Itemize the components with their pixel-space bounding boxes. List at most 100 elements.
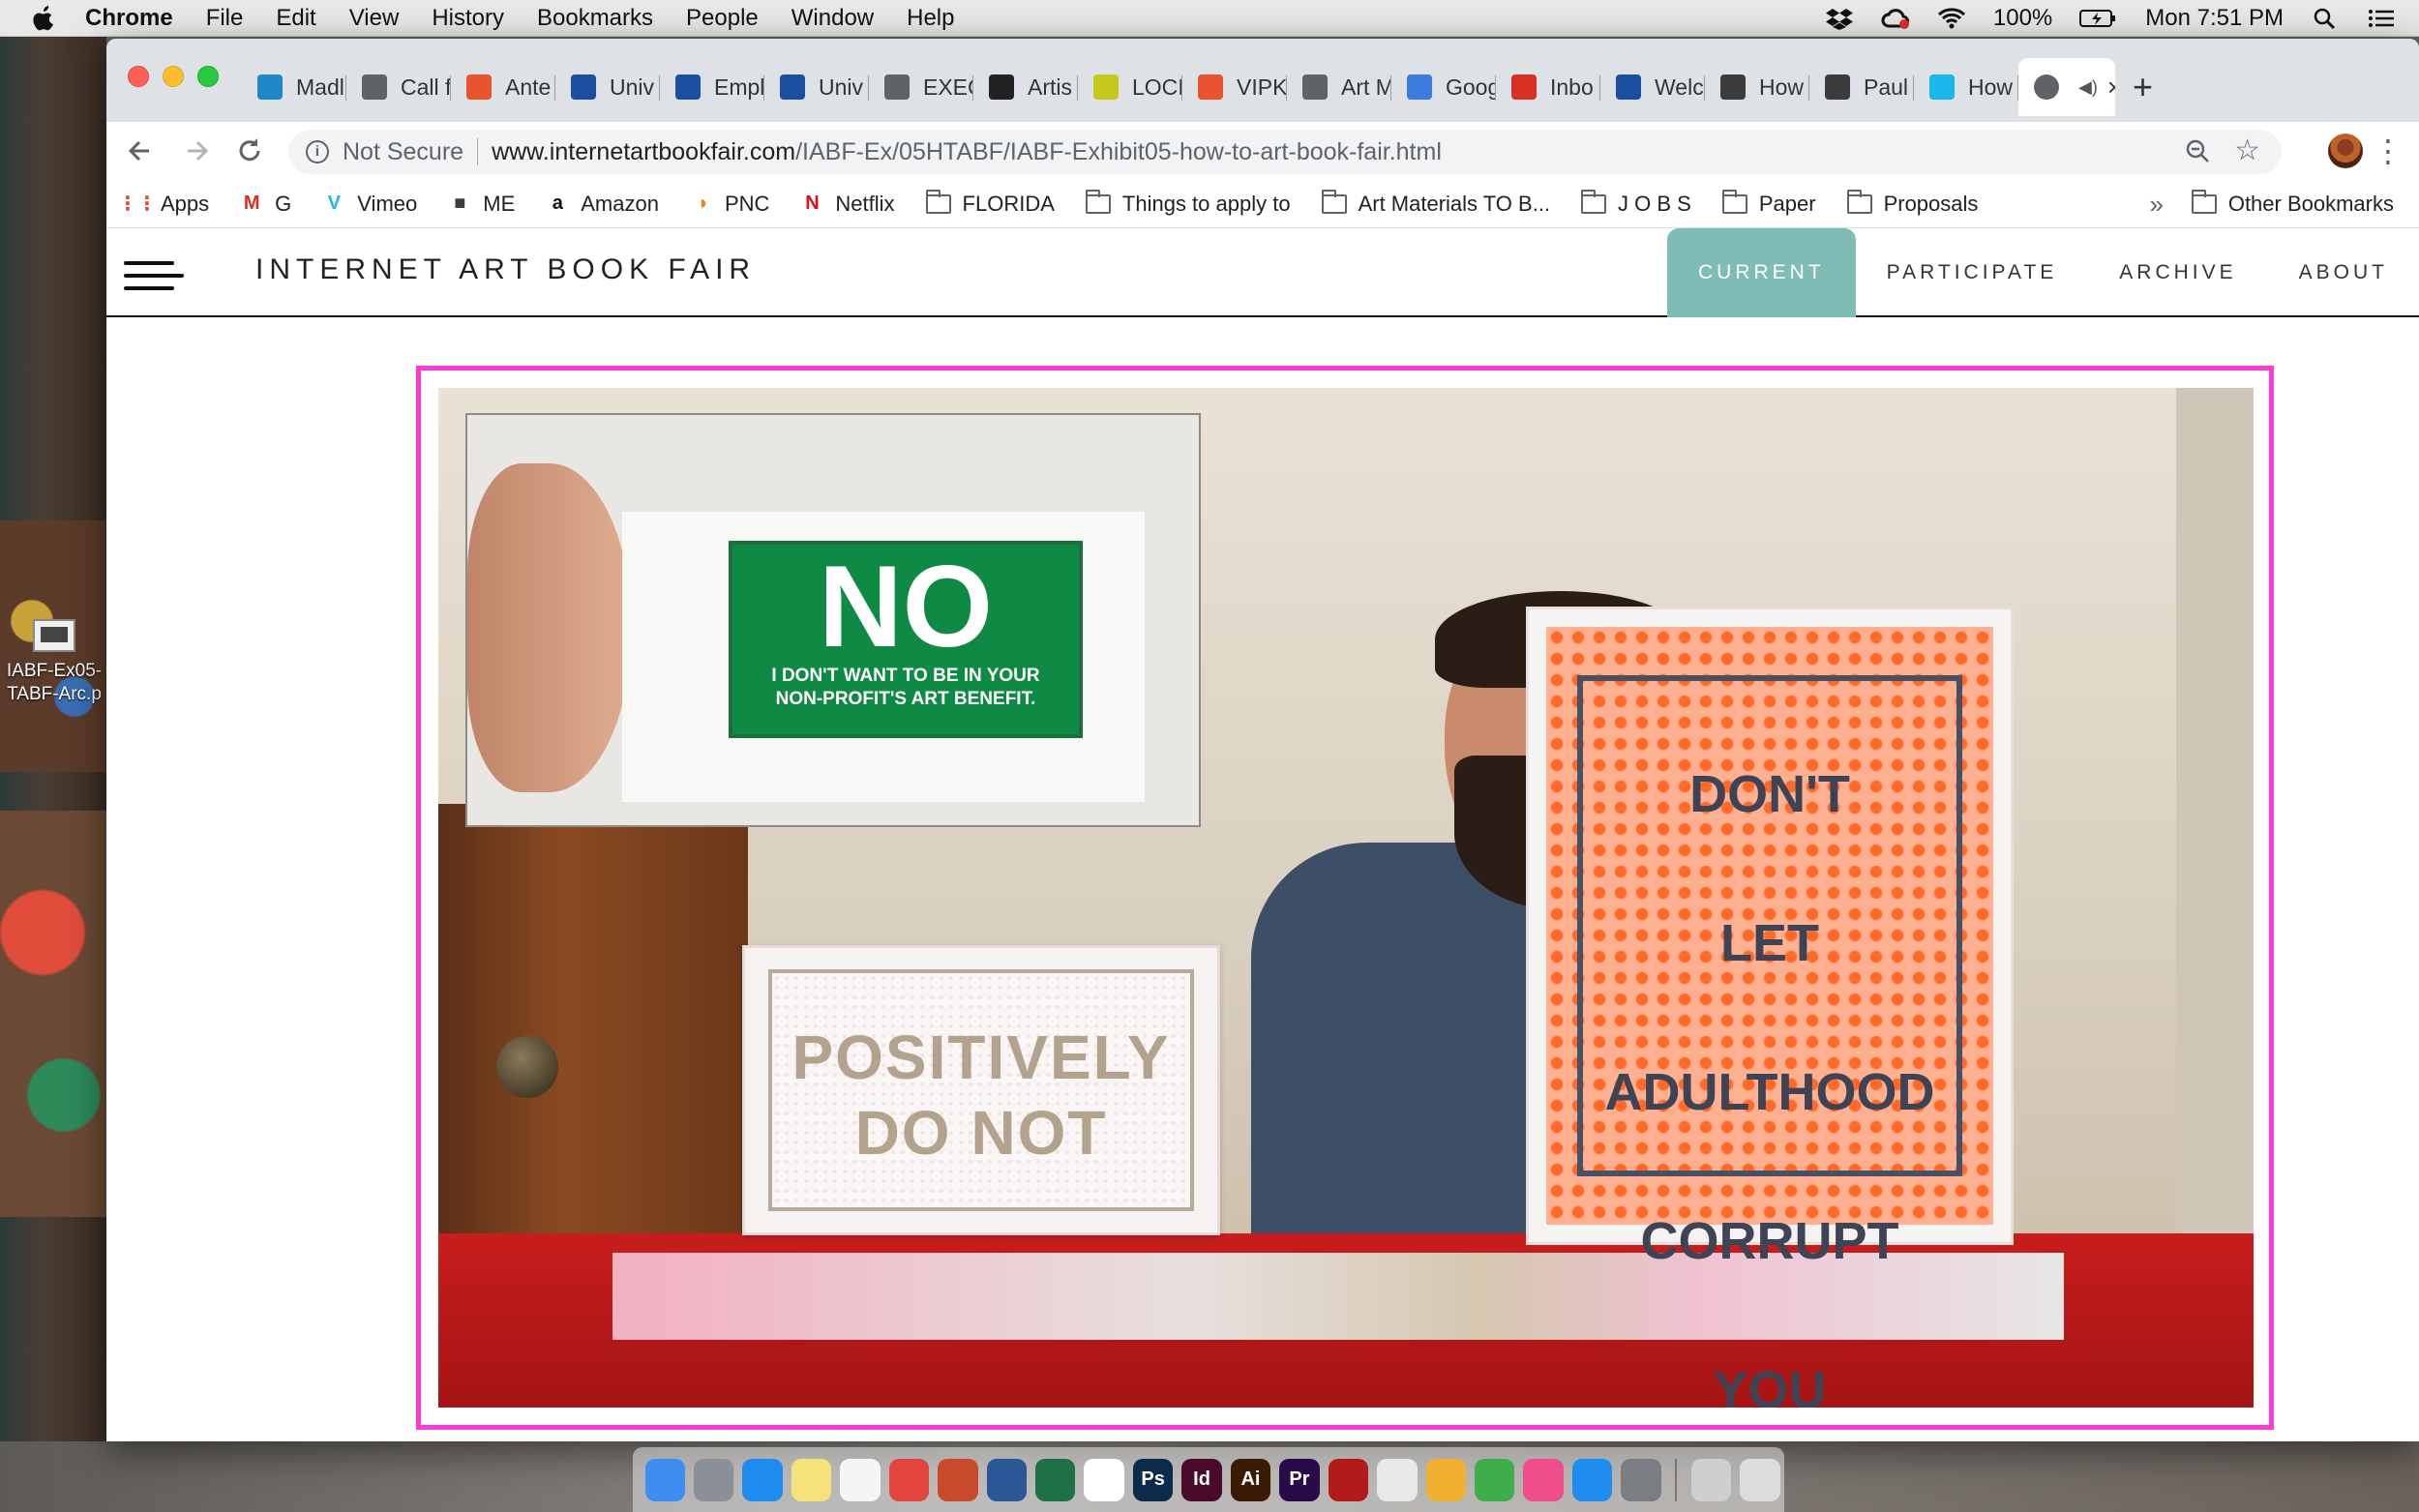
tab-12[interactable]: Inbo [1496, 58, 1600, 116]
calendar-icon[interactable] [1084, 1458, 1124, 1501]
photoshop-icon[interactable]: Ps [1132, 1458, 1174, 1501]
tab-14[interactable]: How [1705, 58, 1809, 116]
close-window-button[interactable] [128, 66, 149, 87]
tab-1[interactable]: Call f [346, 58, 451, 116]
menu-people[interactable]: People [686, 5, 759, 32]
tab-0[interactable]: Madl [242, 58, 346, 116]
app-store-icon[interactable] [1571, 1458, 1613, 1501]
new-tab-button[interactable]: + [2133, 67, 2153, 107]
tab-13[interactable]: Welc [1600, 58, 1705, 116]
minimize-window-button[interactable] [163, 66, 184, 87]
dock-separator [1675, 1458, 1678, 1501]
indesign-icon[interactable]: Id [1181, 1458, 1222, 1501]
tab-10[interactable]: Art M [1287, 58, 1391, 116]
tab-9[interactable]: VIPK [1182, 58, 1287, 116]
menu-clock[interactable]: Mon 7:51 PM [2145, 5, 2284, 32]
tab-16[interactable]: How [1914, 58, 2018, 116]
zoom-icon[interactable] [2185, 138, 2210, 163]
uf-icon [571, 74, 596, 100]
tab-2[interactable]: Ante [451, 58, 555, 116]
bookmark-star-icon[interactable]: ☆ [2234, 133, 2260, 167]
dropbox-icon[interactable] [1825, 7, 1854, 30]
tab-4[interactable]: Empl [660, 58, 764, 116]
powerpoint-icon[interactable] [938, 1458, 978, 1501]
nav-about[interactable]: ABOUT [2268, 228, 2419, 317]
excel-icon[interactable] [1035, 1458, 1076, 1501]
acrobat-icon[interactable] [1328, 1458, 1369, 1501]
photos-icon[interactable] [1425, 1458, 1466, 1501]
itunes-icon[interactable] [1523, 1458, 1564, 1501]
video-player[interactable]: NO I DON'T WANT TO BE IN YOUR NON-PROFIT… [438, 388, 2254, 1408]
menu-app-name[interactable]: Chrome [85, 5, 173, 32]
close-tab-icon[interactable]: × [2107, 73, 2115, 103]
screenshot-folder-icon[interactable] [1690, 1458, 1732, 1501]
menu-window[interactable]: Window [791, 5, 874, 32]
notes-icon[interactable] [791, 1458, 832, 1501]
bookmark-5[interactable]: ◑ PNC [690, 192, 770, 217]
forward-arrow-icon[interactable] [168, 136, 223, 165]
tab-11[interactable]: Goog [1391, 58, 1496, 116]
safari-icon[interactable] [742, 1458, 783, 1501]
fullscreen-window-button[interactable] [197, 66, 219, 87]
tab-6[interactable]: EXEC [869, 58, 973, 116]
bookmark-6[interactable]: N Netflix [800, 192, 894, 217]
apple-icon[interactable] [33, 5, 56, 31]
word-icon[interactable] [986, 1458, 1027, 1501]
tab-8[interactable]: LOCI [1078, 58, 1182, 116]
wifi-icon[interactable] [1937, 7, 1966, 30]
bookmark-3[interactable]: ■ ME [448, 192, 515, 217]
menu-bookmarks[interactable]: Bookmarks [537, 5, 653, 32]
launchpad-icon[interactable] [693, 1458, 734, 1501]
tab-5[interactable]: Univ [764, 58, 869, 116]
bookmark-8[interactable]: Things to apply to [1085, 189, 1291, 217]
premiere-icon[interactable]: Pr [1279, 1458, 1320, 1501]
system-preferences-icon[interactable] [1621, 1458, 1661, 1501]
nav-current[interactable]: CURRENT [1666, 228, 1856, 317]
address-bar[interactable]: i Not Secure www.internetartbookfair.com… [288, 130, 2282, 174]
textedit-icon[interactable] [1377, 1458, 1418, 1501]
bookmark-4[interactable]: a Amazon [546, 192, 659, 217]
bookmark-0[interactable]: ⋮⋮ Apps [118, 192, 209, 217]
trash-icon[interactable] [1740, 1458, 1780, 1501]
bookmark-2[interactable]: V Vimeo [322, 192, 418, 217]
hamburger-menu-icon[interactable] [124, 261, 184, 290]
reload-icon[interactable] [223, 136, 277, 165]
chrome-menu-icon[interactable]: ⋮ [2373, 132, 2404, 170]
finder-icon[interactable] [644, 1458, 685, 1501]
url-host: www.internetartbookfair.com [492, 137, 796, 165]
bookmark-11[interactable]: Paper [1721, 189, 1816, 217]
bookmarks-overflow-button[interactable]: » [2150, 190, 2164, 220]
site-title[interactable]: INTERNET ART BOOK FAIR [255, 253, 756, 286]
bookmark-10[interactable]: J O B S [1581, 189, 1691, 217]
menu-view[interactable]: View [349, 5, 400, 32]
nav-archive[interactable]: ARCHIVE [2088, 228, 2267, 317]
profile-avatar[interactable] [2328, 133, 2363, 168]
tab-3[interactable]: Univ [555, 58, 660, 116]
bookmark-7[interactable]: FLORIDA [925, 189, 1055, 217]
illustrator-icon[interactable]: Ai [1230, 1458, 1271, 1501]
reminders-icon[interactable] [840, 1458, 881, 1501]
menu-help[interactable]: Help [907, 5, 954, 32]
messages-icon[interactable] [1474, 1458, 1515, 1501]
nav-participate[interactable]: PARTICIPATE [1856, 228, 2089, 317]
tab-15[interactable]: Paul [1809, 58, 1914, 116]
other-bookmarks-folder[interactable]: Other Bookmarks [2191, 190, 2394, 217]
menu-history[interactable]: History [432, 5, 504, 32]
spotlight-search-icon[interactable] [2311, 7, 2340, 30]
tab-active[interactable]: ◀) × [2018, 58, 2115, 116]
back-arrow-icon[interactable] [114, 136, 168, 165]
bookmark-9[interactable]: Art Materials TO B... [1321, 189, 1550, 217]
chrome-icon[interactable] [888, 1458, 930, 1501]
speaker-icon[interactable]: ◀) [2078, 77, 2098, 98]
creative-cloud-icon[interactable] [1881, 7, 1910, 30]
menu-edit[interactable]: Edit [276, 5, 315, 32]
menu-file[interactable]: File [206, 5, 244, 32]
battery-icon[interactable] [2079, 7, 2118, 30]
bookmark-12[interactable]: Proposals [1846, 189, 1978, 217]
not-secure-label[interactable]: Not Secure [343, 138, 463, 166]
tab-7[interactable]: Artis [973, 58, 1078, 116]
bookmark-1[interactable]: MG [240, 192, 291, 217]
site-info-icon[interactable]: i [306, 140, 329, 163]
notification-center-icon[interactable] [2367, 7, 2396, 30]
desktop-file-icon[interactable]: IABF-Ex05- TABF-Arc.p [0, 619, 108, 706]
